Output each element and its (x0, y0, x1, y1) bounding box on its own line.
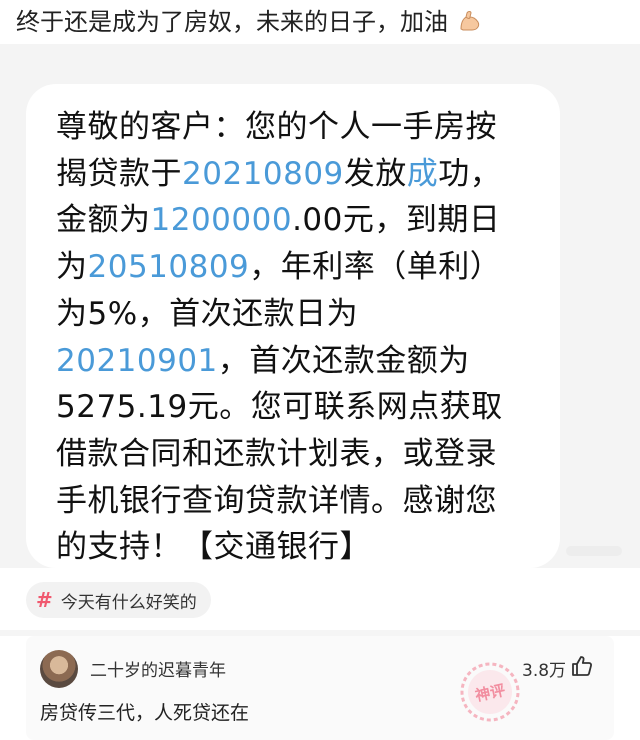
sms-line: 尊敬的客户：您的个人一手房按 (56, 104, 556, 151)
topic-label: 今天有什么好笑的 (60, 592, 197, 613)
sms-text-segment: 为5%，首次还款日为 (56, 295, 359, 332)
sms-line: 为20510809，年利率（单利） (56, 244, 556, 291)
sms-text-segment: ，首次还款金额为 (217, 342, 470, 379)
like-count: 3.8万 (522, 661, 567, 681)
sms-link-text[interactable]: 1200000 (151, 202, 293, 238)
sms-text-segment: 的支持！【交通银行】 (56, 529, 371, 566)
sms-text-segment: 借款合同和还款计划表，或登录 (56, 435, 497, 472)
sms-line: 借款合同和还款计划表，或登录 (56, 431, 556, 478)
comment-username[interactable]: 二十岁的迟暮青年 (90, 656, 226, 681)
sms-line: 揭贷款于20210809发放成功， (56, 151, 556, 198)
topic-tag[interactable]: # 今天有什么好笑的 (26, 582, 211, 618)
sms-message-text: 尊敬的客户：您的个人一手房按 揭贷款于20210809发放成功， 金额为120000… (56, 104, 556, 571)
sms-line: 5275.19元。您可联系网点获取 (56, 384, 556, 431)
sms-link-text[interactable]: 成 (407, 156, 439, 192)
sms-text-segment: .00元，到期日 (292, 202, 501, 239)
thumbs-up-icon[interactable] (570, 654, 594, 682)
sms-message-bubble: 尊敬的客户：您的个人一手房按 揭贷款于20210809发放成功， 金额为120000… (26, 84, 560, 568)
post-title-text: 终于还是成为了房奴，未来的日子，加油 (16, 8, 448, 36)
sms-text-segment: 手机银行查询贷款详情。感谢您 (56, 482, 497, 519)
sms-link-text[interactable]: 20510809 (88, 249, 250, 285)
avatar[interactable] (40, 650, 78, 688)
sms-text-segment: 5275.19元。您可联系网点获取 (56, 389, 503, 426)
sms-screenshot[interactable]: 尊敬的客户：您的个人一手房按 揭贷款于20210809发放成功， 金额为120000… (0, 44, 640, 568)
sms-text-segment: ，年利率（单利） (249, 249, 502, 286)
sms-link-text[interactable]: 20210901 (56, 343, 218, 379)
sms-line: 20210901，首次还款金额为 (56, 338, 556, 385)
sms-text-segment: 功， (438, 155, 502, 192)
sms-text-segment: 尊敬的客户：您的个人一手房按 (56, 109, 497, 145)
sms-line: 的支持！【交通银行】 (56, 524, 556, 571)
sms-text-segment: 金额为 (56, 202, 151, 239)
hot-comment-card[interactable]: 二十岁的迟暮青年 神评 3.8万 房贷传三代，人死贷还在 (26, 636, 614, 740)
hot-comment-stamp-icon: 神评 (452, 654, 528, 730)
watermark (566, 546, 622, 556)
sms-link-text[interactable]: 20210809 (182, 156, 344, 192)
flexed-biceps-icon (458, 9, 482, 41)
sms-line: 金额为1200000.00元，到期日 (56, 197, 556, 244)
sms-line: 为5%，首次还款日为 (56, 291, 556, 338)
sms-text-segment: 发放 (343, 155, 407, 192)
post-title: 终于还是成为了房奴，未来的日子，加油 (16, 6, 626, 41)
sms-text-segment: 揭贷款于 (56, 155, 182, 192)
hash-icon: # (36, 588, 53, 612)
sms-line: 手机银行查询贷款详情。感谢您 (56, 478, 556, 525)
comment-text: 房贷传三代，人死贷还在 (40, 702, 250, 724)
sms-text-segment: 为 (56, 249, 88, 286)
